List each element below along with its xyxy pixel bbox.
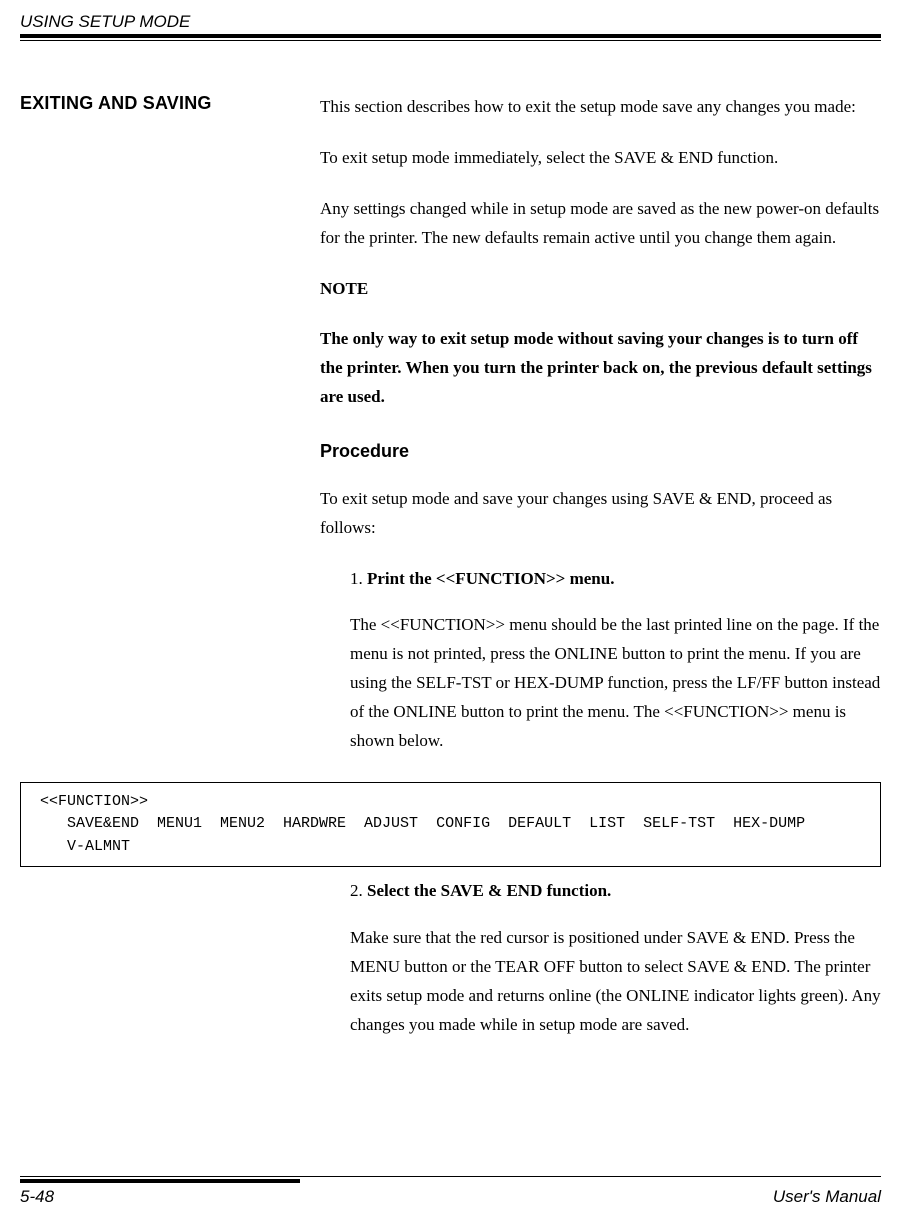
running-head: USING SETUP MODE — [20, 12, 881, 32]
intro-paragraph-3: Any settings changed while in setup mode… — [320, 195, 881, 253]
intro-paragraph-2: To exit setup mode immediately, select t… — [320, 144, 881, 173]
page: USING SETUP MODE EXITING AND SAVING This… — [0, 0, 901, 1217]
procedure-heading: Procedure — [320, 436, 881, 467]
two-column-layout: EXITING AND SAVING This section describe… — [20, 93, 881, 774]
section-heading: EXITING AND SAVING — [20, 93, 320, 774]
step-1-title: Print the <<FUNCTION>> menu. — [367, 569, 614, 588]
manual-title: User's Manual — [773, 1187, 881, 1207]
two-column-layout-continued: 2. Select the SAVE & END function. Make … — [20, 877, 881, 1057]
step-1-number: 1. — [350, 569, 363, 588]
function-menu-code-box: <<FUNCTION>> SAVE&END MENU1 MENU2 HARDWR… — [20, 782, 881, 868]
procedure-lead: To exit setup mode and save your changes… — [320, 485, 881, 543]
footer-rule-thick — [20, 1179, 300, 1183]
left-spacer — [20, 877, 320, 1057]
step-1: 1. Print the <<FUNCTION>> menu. The <<FU… — [320, 565, 881, 756]
body-column-continued: 2. Select the SAVE & END function. Make … — [320, 877, 881, 1057]
footer-line: 5-48 User's Manual — [20, 1187, 881, 1207]
page-number: 5-48 — [20, 1187, 54, 1207]
body-column: This section describes how to exit the s… — [320, 93, 881, 774]
step-2-paragraph: Make sure that the red cursor is positio… — [350, 924, 881, 1040]
top-rule-thick — [20, 34, 881, 38]
top-rule-thin — [20, 40, 881, 41]
step-1-title-line: 1. Print the <<FUNCTION>> menu. — [350, 565, 881, 594]
footer: 5-48 User's Manual — [20, 1176, 881, 1207]
footer-rule-thin — [20, 1176, 881, 1177]
intro-paragraph-1: This section describes how to exit the s… — [320, 93, 881, 122]
step-1-paragraph: The <<FUNCTION>> menu should be the last… — [350, 611, 881, 755]
step-2-number: 2. — [350, 881, 363, 900]
note-body: The only way to exit setup mode without … — [320, 325, 881, 412]
step-2-title: Select the SAVE & END function. — [367, 881, 611, 900]
step-2-title-line: 2. Select the SAVE & END function. — [350, 877, 881, 906]
note-label: NOTE — [320, 275, 881, 304]
step-2: 2. Select the SAVE & END function. Make … — [320, 877, 881, 1039]
